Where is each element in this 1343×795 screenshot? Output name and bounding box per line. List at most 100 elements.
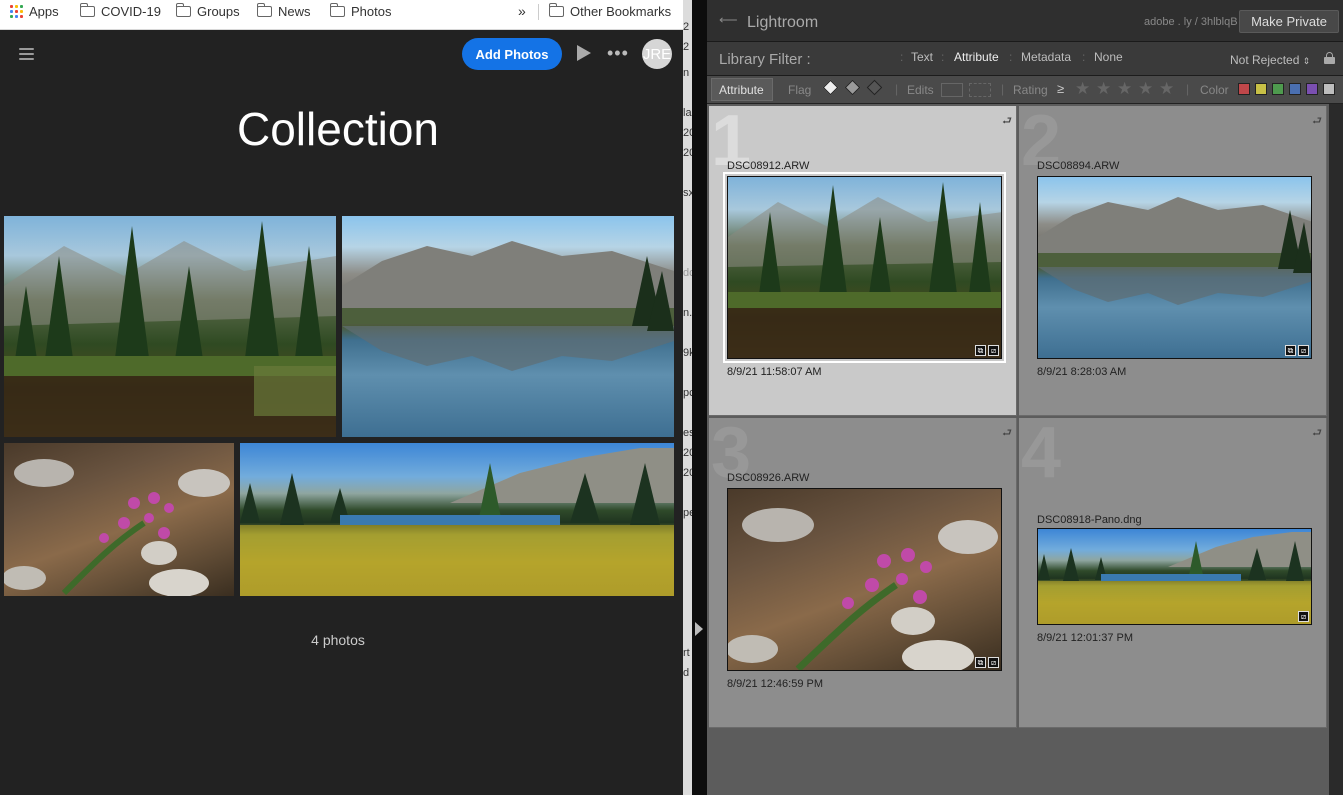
collection-badge-icon: ⧉: [975, 657, 986, 668]
photo-art: [342, 241, 674, 371]
photo-wildflowers[interactable]: [4, 443, 234, 596]
star-icon[interactable]: ★: [1159, 79, 1174, 99]
flagged-filter-icon[interactable]: [822, 79, 839, 96]
separator: |: [895, 82, 899, 96]
separator: |: [1001, 82, 1005, 96]
folder-icon: [256, 2, 272, 17]
panel-gap: [692, 0, 707, 795]
share-link[interactable]: adobe . ly / 3hlblqB: [1144, 16, 1238, 28]
grid-cell[interactable]: 1 ⮐ DSC08912.ARW ⧉ ⧄ 8/9/21 11:58:07 AM: [709, 101, 1017, 416]
edited-filter-icon[interactable]: [941, 83, 963, 97]
page-title: Collection: [237, 103, 439, 155]
strip-text: 20: [683, 147, 692, 159]
collection-badge-icon: ⧉: [1285, 345, 1296, 356]
apps-grid-icon: [10, 4, 23, 18]
edits-label: Edits: [907, 83, 934, 97]
unedited-filter-icon[interactable]: [969, 83, 991, 97]
star-icon[interactable]: ★: [1096, 79, 1111, 99]
bookmark-label: Photos: [351, 3, 392, 19]
rotate-icon[interactable]: ⮐: [1312, 112, 1322, 131]
rating-operator[interactable]: ≥: [1057, 81, 1064, 96]
unflagged-filter-icon[interactable]: [844, 79, 861, 96]
avatar[interactable]: JRE: [642, 39, 672, 69]
color-swatch[interactable]: [1323, 83, 1335, 95]
thumbnail-art: [728, 182, 1001, 358]
rejected-filter-icon[interactable]: [866, 79, 883, 96]
back-arrow-icon[interactable]: ⟵: [719, 12, 738, 28]
bookmark-apps[interactable]: Apps: [10, 0, 59, 22]
more-options-icon[interactable]: •••: [607, 44, 629, 62]
star-icon[interactable]: ★: [1138, 79, 1153, 99]
bookmark-covid-19[interactable]: COVID-19: [79, 0, 161, 22]
thumbnail[interactable]: ⧄: [1037, 528, 1312, 625]
bookmark-label: COVID-19: [101, 3, 161, 19]
file-name: DSC08918-Pano.dng: [1037, 514, 1142, 526]
grid-scrollbar[interactable]: [1329, 104, 1343, 795]
strip-text: 9k: [683, 347, 692, 359]
make-private-button[interactable]: Make Private: [1239, 10, 1339, 33]
bookmark-groups[interactable]: Groups: [175, 0, 240, 22]
grid-cell[interactable]: 3 ⮐ DSC08926.ARW ⧉ ⧄ 8/9/21 12:46:59 PM: [709, 413, 1017, 728]
strip-text: pc: [683, 387, 692, 399]
thumbnail[interactable]: ⧉ ⧄: [723, 172, 1006, 363]
bookmark-label: Other Bookmarks: [570, 3, 672, 19]
folder-icon: [79, 2, 95, 17]
separator: :: [1082, 50, 1086, 64]
strip-text: dc: [683, 267, 692, 279]
strip-text: rt: [683, 647, 690, 659]
thumbnail-art: [1038, 197, 1311, 305]
color-swatch[interactable]: [1238, 83, 1250, 95]
rotate-icon[interactable]: ⮐: [1002, 424, 1012, 443]
folder-icon: [329, 2, 345, 17]
strip-text: d: [683, 667, 690, 679]
star-icon[interactable]: ★: [1075, 79, 1090, 99]
add-photos-button[interactable]: Add Photos: [462, 38, 562, 70]
edited-badge-icon: ⧄: [1298, 345, 1309, 356]
filter-tab-attribute[interactable]: Attribute: [954, 50, 999, 64]
thumbnail[interactable]: ⧉ ⧄: [727, 488, 1002, 671]
star-icon[interactable]: ★: [1117, 79, 1132, 99]
photo-art: [4, 221, 336, 437]
lock-icon[interactable]: [1324, 52, 1335, 64]
filter-tab-metadata[interactable]: Metadata: [1021, 50, 1071, 64]
filter-tab-text[interactable]: Text: [911, 50, 933, 64]
photo-forest-stream[interactable]: [4, 216, 336, 437]
strip-text: es: [683, 427, 692, 439]
strip-text: 2: [683, 41, 690, 53]
strip-text: 2: [683, 21, 690, 33]
hamburger-icon[interactable]: [19, 48, 34, 60]
bookmark-label: Apps: [29, 3, 59, 19]
grid-cell[interactable]: 2 ⮐ DSC08894.ARW ⧉ ⧄ 8/9/21 8:28:03 AM: [1019, 101, 1327, 416]
thumbnail[interactable]: ⧉ ⧄: [1037, 176, 1312, 359]
preset-dropdown[interactable]: Not Rejected ⇕: [1230, 53, 1310, 67]
bookmarks-bar: Apps COVID-19 Groups News Photos » Other…: [0, 0, 683, 30]
app-name: Lightroom: [747, 14, 819, 31]
dropdown-arrows-icon: ⇕: [1302, 56, 1311, 66]
strip-text: n: [683, 67, 690, 79]
rotate-icon[interactable]: ⮐: [1002, 112, 1012, 131]
expand-panel-icon[interactable]: [695, 622, 703, 636]
color-swatch[interactable]: [1306, 83, 1318, 95]
rotate-icon[interactable]: ⮐: [1312, 424, 1322, 443]
play-icon[interactable]: [577, 45, 591, 61]
color-swatch[interactable]: [1289, 83, 1301, 95]
edited-badge-icon: ⧄: [988, 345, 999, 356]
color-swatch[interactable]: [1255, 83, 1267, 95]
folder-icon: [175, 2, 191, 17]
capture-date: 8/9/21 12:46:59 PM: [727, 678, 824, 690]
bookmarks-overflow-button[interactable]: »: [518, 0, 526, 22]
filter-tab-none[interactable]: None: [1094, 50, 1123, 64]
bookmark-photos[interactable]: Photos: [329, 0, 392, 22]
bookmark-news[interactable]: News: [256, 0, 311, 22]
screen: Apps COVID-19 Groups News Photos » Other…: [0, 0, 1343, 795]
strip-text: n.x: [683, 307, 692, 319]
strip-text: 20: [683, 467, 692, 479]
photo-mountain-lake[interactable]: [342, 216, 674, 437]
bookmark-other[interactable]: Other Bookmarks: [548, 0, 672, 22]
divider: [538, 4, 539, 20]
photo-meadow-panorama[interactable]: [240, 443, 674, 596]
bookmark-label: News: [278, 3, 311, 19]
grid-cell[interactable]: 4 ⮐ DSC08918-Pano.dng ⧄ 8/9/21 12:01:37 …: [1019, 413, 1327, 728]
photo-count: 4 photos: [311, 632, 365, 648]
color-swatch[interactable]: [1272, 83, 1284, 95]
